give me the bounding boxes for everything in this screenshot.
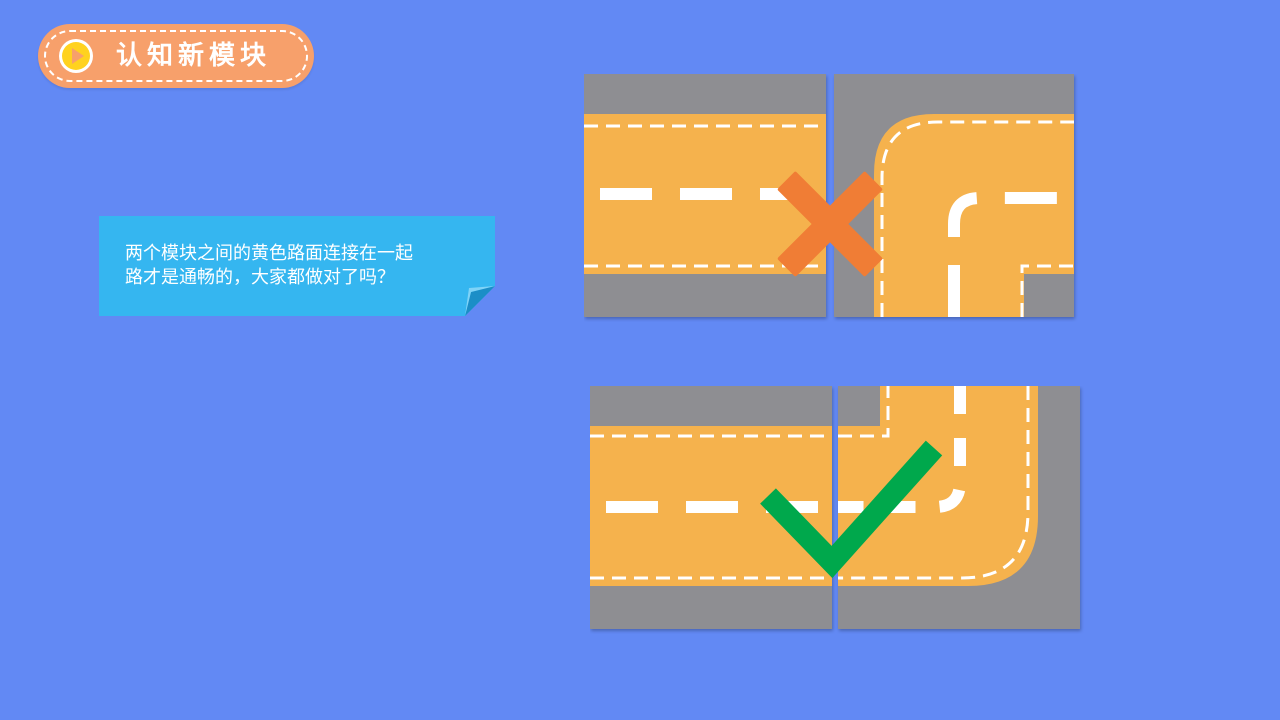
note-line-2: 路才是通畅的，大家都做对了吗？ (125, 267, 395, 288)
note-line-1: 两个模块之间的黄色路面连接在一起 (125, 243, 413, 264)
section-title: 认知新模块 (116, 41, 272, 71)
section-header: 认知新模块 (38, 24, 314, 88)
road-tile-straight (590, 386, 832, 629)
correct-example (590, 386, 1086, 634)
slide: 认知新模块 两个模块之间的黄色路面连接在一起 路才是通畅的，大家都做对了吗？ (0, 0, 1280, 720)
info-note: 两个模块之间的黄色路面连接在一起 路才是通畅的，大家都做对了吗？ (99, 216, 495, 316)
wrong-example (584, 74, 1080, 322)
play-icon[interactable] (58, 38, 94, 74)
